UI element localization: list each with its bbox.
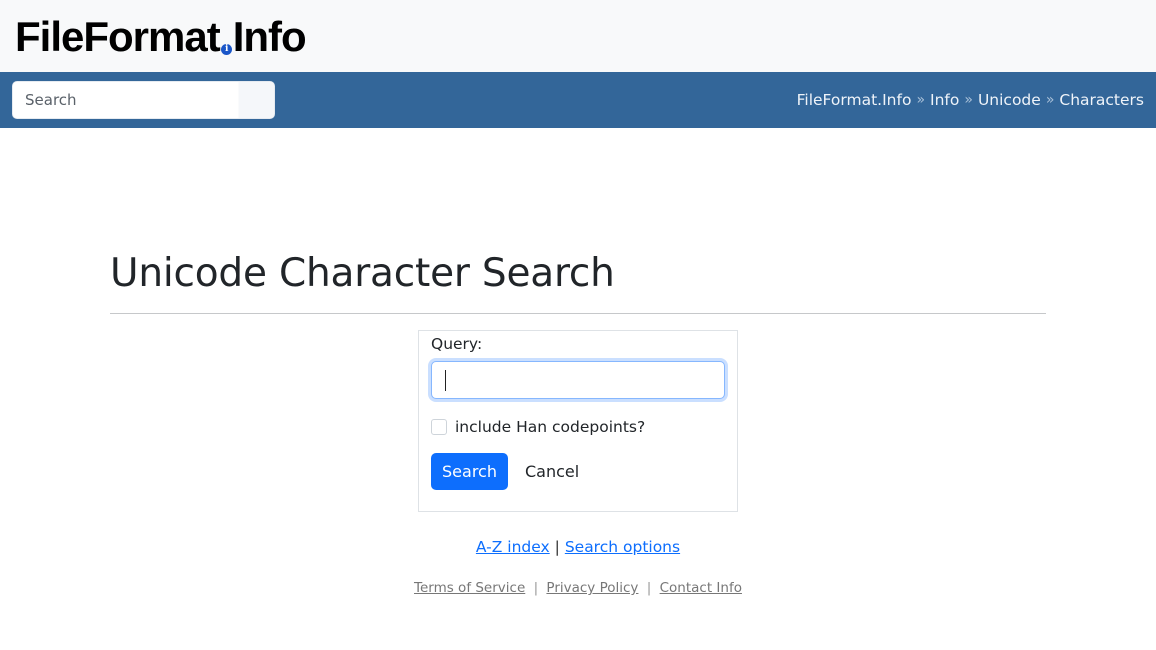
navbar: FileFormat.Info » Info » Unicode » Chara… bbox=[0, 72, 1156, 128]
site-search-input[interactable] bbox=[13, 82, 238, 118]
query-label: Query: bbox=[431, 335, 483, 353]
cancel-button[interactable]: Cancel bbox=[525, 462, 579, 481]
page-title: Unicode Character Search bbox=[110, 251, 615, 296]
breadcrumb-separator: » bbox=[964, 92, 973, 108]
han-checkbox[interactable] bbox=[431, 419, 447, 435]
breadcrumb: FileFormat.Info » Info » Unicode » Chara… bbox=[797, 72, 1144, 128]
site-search bbox=[12, 81, 275, 119]
az-index-link[interactable]: A-Z index bbox=[476, 538, 550, 556]
logo-text-info: Info bbox=[232, 13, 307, 60]
terms-link[interactable]: Terms of Service bbox=[414, 580, 525, 596]
site-header: FileFormat i Info bbox=[0, 0, 1156, 72]
han-checkbox-label[interactable]: include Han codepoints? bbox=[455, 418, 645, 436]
link-divider: | bbox=[554, 538, 560, 556]
title-divider bbox=[110, 313, 1046, 314]
breadcrumb-separator: » bbox=[1045, 92, 1055, 108]
search-form: Query: include Han codepoints? Search Ca… bbox=[418, 330, 738, 512]
text-caret bbox=[445, 370, 446, 391]
site-logo[interactable]: FileFormat i Info bbox=[15, 12, 307, 62]
info-dot-icon: i bbox=[220, 44, 232, 55]
breadcrumb-unicode[interactable]: Unicode bbox=[978, 91, 1041, 109]
search-button[interactable]: Search bbox=[431, 453, 508, 490]
site-search-button[interactable] bbox=[238, 82, 274, 118]
footer-divider: | bbox=[533, 580, 539, 596]
logo-text-fileformat: FileFormat bbox=[15, 13, 221, 60]
query-input[interactable] bbox=[431, 361, 725, 399]
han-option: include Han codepoints? bbox=[431, 418, 725, 436]
privacy-link[interactable]: Privacy Policy bbox=[546, 580, 638, 596]
breadcrumb-fileformat[interactable]: FileFormat.Info bbox=[797, 91, 912, 109]
footer-divider: | bbox=[646, 580, 652, 596]
secondary-links: A-Z index | Search options bbox=[0, 538, 1156, 556]
breadcrumb-characters[interactable]: Characters bbox=[1059, 91, 1144, 109]
breadcrumb-separator: » bbox=[916, 92, 926, 108]
form-actions: Search Cancel bbox=[431, 453, 725, 490]
main-content: Unicode Character Search bbox=[110, 128, 1046, 314]
footer: Terms of Service | Privacy Policy | Cont… bbox=[0, 580, 1156, 596]
breadcrumb-info[interactable]: Info bbox=[930, 91, 959, 109]
contact-link[interactable]: Contact Info bbox=[660, 580, 742, 596]
search-options-link[interactable]: Search options bbox=[565, 538, 680, 556]
